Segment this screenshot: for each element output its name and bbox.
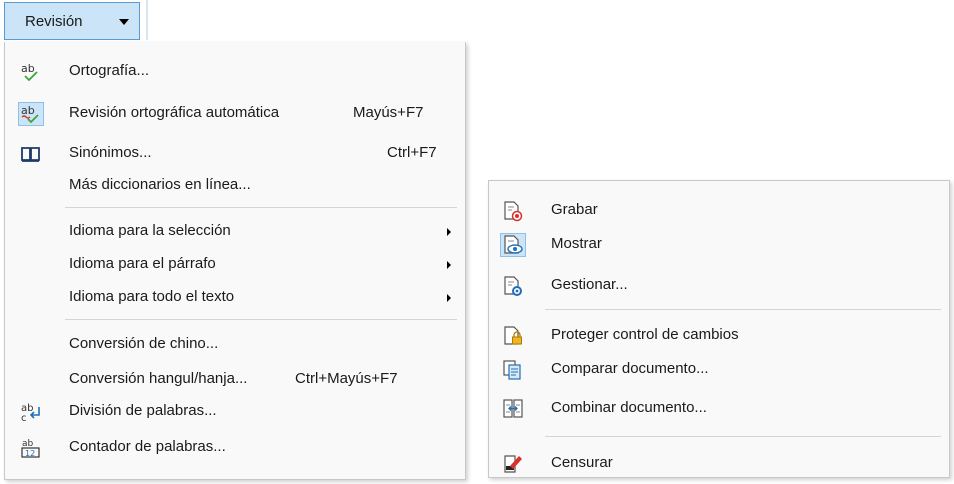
menu-item-label: Grabar: [551, 201, 598, 218]
record-changes-icon: [501, 200, 525, 222]
menu-item-label: Ortografía...: [69, 62, 150, 79]
dropdown-arrow-icon: [119, 19, 129, 25]
merge-document-icon: [501, 398, 525, 420]
menu-item-label: Comparar documento...: [551, 360, 709, 377]
review-dropdown-button[interactable]: Revisión: [4, 2, 140, 40]
svg-text:12: 12: [25, 449, 35, 458]
menu-item-label: Conversión de chino...: [69, 335, 219, 352]
menu-item-language-selection[interactable]: Idioma para la selección: [5, 215, 465, 247]
svg-text:ab: ab: [21, 104, 35, 117]
shortcut-label: Ctrl+F7: [387, 144, 437, 161]
menu-separator: [65, 207, 457, 208]
shortcut-label: Ctrl+Mayús+F7: [295, 370, 398, 387]
book-icon: [19, 143, 43, 165]
shortcut-label: Mayús+F7: [353, 104, 424, 121]
svg-text:c: c: [21, 413, 27, 423]
menu-item-word-count[interactable]: ab 12 Contador de palabras...: [5, 431, 465, 463]
menu-item-chinese-conversion[interactable]: Conversión de chino...: [5, 328, 465, 360]
menu-item-label: Censurar: [551, 454, 613, 471]
menu-item-label: Mostrar: [551, 235, 602, 252]
menu-item-label: Gestionar...: [551, 276, 628, 293]
menu-item-language-all-text[interactable]: Idioma para todo el texto: [5, 281, 465, 313]
menu-separator: [545, 309, 941, 310]
menu-item-compare[interactable]: Comparar documento...: [489, 353, 949, 385]
menu-item-auto-spellcheck[interactable]: ab Revisión ortográfica automática Mayús…: [5, 97, 465, 129]
menu-item-redact[interactable]: Censurar: [489, 447, 949, 479]
word-count-icon: ab 12: [19, 437, 43, 459]
menu-item-label: Conversión hangul/hanja...: [69, 370, 248, 387]
menu-item-thesaurus[interactable]: Sinónimos... Ctrl+F7: [5, 137, 465, 169]
protect-changes-icon: [501, 325, 525, 347]
review-button-label: Revisión: [25, 13, 83, 30]
spellcheck-icon: ab: [19, 61, 43, 83]
svg-text:ab: ab: [21, 62, 35, 75]
hyphenation-icon: ab c: [19, 401, 43, 424]
menu-item-spelling[interactable]: ab Ortografía...: [5, 55, 465, 87]
menu-item-label: Combinar documento...: [551, 399, 707, 416]
menu-item-merge[interactable]: Combinar documento...: [489, 392, 949, 424]
compare-document-icon: [501, 359, 525, 381]
redact-icon: [501, 453, 525, 475]
menu-separator: [545, 436, 941, 437]
menu-item-label: Idioma para la selección: [69, 222, 231, 239]
menu-separator: [65, 319, 457, 320]
menu-item-label: Más diccionarios en línea...: [69, 176, 251, 193]
menu-item-label: Contador de palabras...: [69, 438, 226, 455]
menu-item-show[interactable]: Mostrar: [489, 228, 949, 260]
menu-item-hyphenation[interactable]: ab c División de palabras...: [5, 395, 465, 427]
submenu-arrow-icon: [447, 228, 451, 236]
menu-item-label: Idioma para el párrafo: [69, 255, 216, 272]
auto-spellcheck-icon: ab: [18, 102, 44, 126]
menu-item-manage[interactable]: Gestionar...: [489, 269, 949, 301]
submenu-arrow-icon: [447, 294, 451, 302]
toolbar-separator: [146, 0, 148, 40]
manage-changes-icon: [501, 275, 525, 297]
menu-item-hangul-hanja[interactable]: Conversión hangul/hanja... Ctrl+Mayús+F7: [5, 363, 465, 395]
menu-item-more-dictionaries[interactable]: Más diccionarios en línea...: [5, 169, 465, 201]
menu-item-protect[interactable]: Proteger control de cambios: [489, 319, 949, 351]
menu-item-label: Sinónimos...: [69, 144, 152, 161]
menu-item-label: Proteger control de cambios: [551, 326, 739, 343]
menu-item-label: Revisión ortográfica automática: [69, 104, 280, 121]
menu-item-record[interactable]: Grabar: [489, 194, 949, 226]
menu-item-language-paragraph[interactable]: Idioma para el párrafo: [5, 248, 465, 280]
menu-item-label: División de palabras...: [69, 402, 217, 419]
track-changes-menu: Grabar Mostrar Gestionar... Proteger con…: [488, 180, 950, 478]
review-menu: ab Ortografía... ab Revisión ortográfica…: [4, 42, 466, 480]
submenu-arrow-icon: [447, 261, 451, 269]
menu-item-label: Idioma para todo el texto: [69, 288, 235, 305]
show-changes-icon: [500, 233, 526, 257]
